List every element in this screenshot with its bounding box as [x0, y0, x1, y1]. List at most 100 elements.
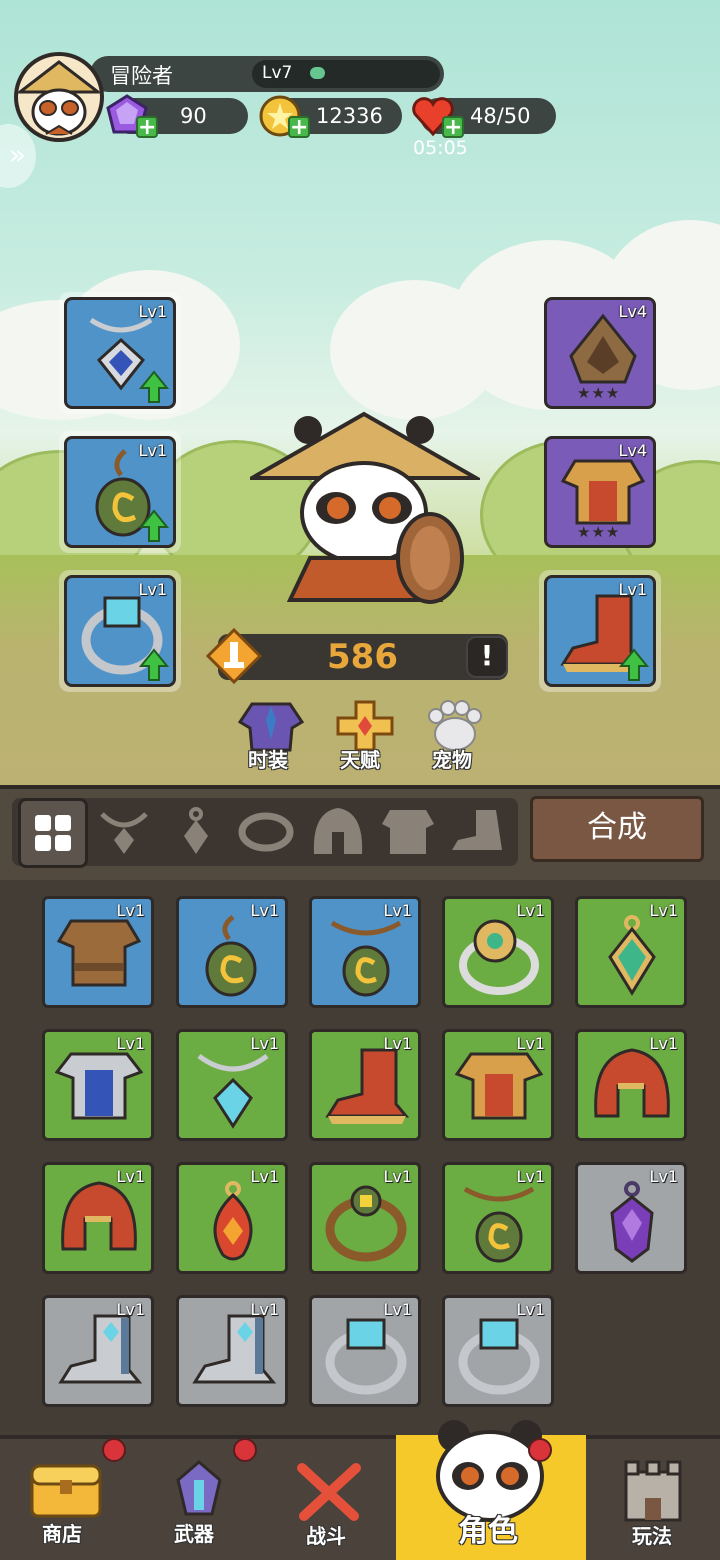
inventory-item[interactable]: Lv1 [176, 1295, 288, 1407]
avatar[interactable] [14, 52, 104, 142]
inventory-item[interactable]: Lv1 [442, 1162, 554, 1274]
crossed-swords-icon[interactable] [294, 1460, 364, 1522]
inventory-item[interactable]: Lv1 [176, 1162, 288, 1274]
nav-character-label[interactable]: 角色 [458, 1506, 518, 1550]
item-level: Lv1 [649, 1167, 678, 1186]
equip-slot-boots[interactable]: Lv1 [544, 575, 656, 687]
power-icon [206, 628, 262, 684]
craft-button[interactable]: 合成 [530, 796, 704, 862]
inventory-item[interactable]: Lv1 [42, 1162, 154, 1274]
armor-gold-icon [455, 1052, 543, 1120]
inventory-item[interactable]: Lv1 [575, 1029, 687, 1141]
armor-blue-icon [55, 1052, 143, 1120]
energy-timer: 05:05 [413, 137, 468, 159]
leather-armor-icon [56, 919, 142, 987]
item-level: Lv1 [649, 901, 678, 920]
game-screen: » 冒险者 Lv7 + 90 + 12336 + 48/50 05:05 Lv1… [0, 0, 720, 1560]
nav-shop-label[interactable]: 商店 [42, 1518, 82, 1547]
filter-all-tab[interactable] [18, 798, 88, 868]
nav-play-label[interactable]: 玩法 [632, 1520, 672, 1549]
power-info-button[interactable]: ! [466, 636, 508, 678]
star-rating: ★★★ [577, 384, 621, 402]
grid-icon [35, 815, 71, 851]
slot-level: Lv4 [618, 302, 647, 321]
upgrade-arrow-icon [139, 509, 169, 542]
inventory-item[interactable]: Lv1 [575, 896, 687, 1008]
inventory-item[interactable]: Lv1 [442, 896, 554, 1008]
slot-level: Lv1 [138, 302, 167, 321]
item-level: Lv1 [250, 1300, 279, 1319]
hood-icon [569, 313, 637, 384]
coin-count: 12336 [316, 104, 383, 128]
item-level: Lv1 [516, 1034, 545, 1053]
equip-slot-pendant[interactable]: Lv1 [64, 436, 176, 548]
item-level: Lv1 [383, 901, 412, 920]
treasure-chest-icon[interactable] [28, 1460, 104, 1520]
helmet-red-icon [61, 1181, 137, 1251]
slot-level: Lv4 [618, 441, 647, 460]
helmet-red-icon [594, 1048, 670, 1118]
upgrade-arrow-icon [619, 648, 649, 681]
pendant-red-icon [213, 1181, 253, 1261]
item-level: Lv1 [649, 1034, 678, 1053]
level-progress-fill [310, 67, 325, 79]
inventory-item[interactable]: Lv1 [442, 1029, 554, 1141]
inventory-item[interactable]: Lv1 [309, 1162, 421, 1274]
inventory-item[interactable]: Lv1 [42, 896, 154, 1008]
notification-dot [102, 1438, 126, 1462]
boot-steel-icon [192, 1314, 277, 1384]
inventory-item[interactable]: Lv1 [442, 1295, 554, 1407]
pendant-emerald-icon [608, 915, 656, 996]
add-gems-button[interactable]: + [136, 116, 158, 139]
pendant-green-icon [205, 914, 257, 997]
inventory-item[interactable]: Lv1 [309, 896, 421, 1008]
item-level: Lv1 [116, 901, 145, 920]
notification-dot [233, 1438, 257, 1462]
inventory-item[interactable]: Lv1 [575, 1162, 687, 1274]
inventory-item[interactable]: Lv1 [176, 896, 288, 1008]
ring-flower-icon [459, 919, 539, 995]
boot-steel-icon [58, 1314, 143, 1384]
inventory-item[interactable]: Lv1 [42, 1295, 154, 1407]
pendant-green-bead-icon [463, 1186, 535, 1263]
inventory-item[interactable]: Lv1 [42, 1029, 154, 1141]
inventory-item[interactable]: Lv1 [309, 1295, 421, 1407]
item-level: Lv1 [116, 1167, 145, 1186]
pet-label[interactable]: 宠物 [432, 744, 472, 773]
filter-ring-icon[interactable] [238, 806, 294, 858]
ring-leather-icon [325, 1185, 407, 1262]
filter-necklace-icon[interactable] [96, 806, 152, 858]
filter-armor-icon[interactable] [380, 806, 436, 858]
castle-icon[interactable] [620, 1458, 686, 1522]
filter-pendant-icon[interactable] [168, 806, 224, 858]
item-level: Lv1 [250, 901, 279, 920]
filter-boots-icon[interactable] [450, 806, 506, 858]
equip-slot-armor[interactable]: Lv4 ★★★ [544, 436, 656, 548]
nav-weapon-label[interactable]: 武器 [174, 1518, 214, 1547]
pendant-green-bead-icon [330, 920, 402, 997]
weapon-icon[interactable] [164, 1460, 234, 1520]
equip-slot-ring[interactable]: Lv1 [64, 575, 176, 687]
panda-character [250, 411, 480, 604]
equip-slot-helmet[interactable]: Lv4 ★★★ [544, 297, 656, 409]
fashion-label[interactable]: 时装 [248, 744, 288, 773]
slot-level: Lv1 [618, 580, 647, 599]
add-energy-button[interactable]: + [442, 116, 464, 139]
talent-label[interactable]: 天赋 [340, 744, 380, 773]
boot-red-icon [325, 1048, 410, 1124]
pendant-purple-icon [610, 1181, 654, 1263]
item-level: Lv1 [383, 1167, 412, 1186]
add-coins-button[interactable]: + [288, 116, 310, 139]
ring-silver-icon [325, 1318, 407, 1395]
player-level: Lv7 [262, 63, 293, 83]
power-value: 586 [327, 637, 398, 677]
inventory-item[interactable]: Lv1 [309, 1029, 421, 1141]
ring-silver-icon [458, 1318, 540, 1395]
nav-battle-label[interactable]: 战斗 [306, 1520, 346, 1549]
item-level: Lv1 [516, 1300, 545, 1319]
item-level: Lv1 [383, 1034, 412, 1053]
item-level: Lv1 [116, 1300, 145, 1319]
equip-slot-necklace[interactable]: Lv1 [64, 297, 176, 409]
filter-helmet-icon[interactable] [310, 806, 366, 858]
inventory-item[interactable]: Lv1 [176, 1029, 288, 1141]
